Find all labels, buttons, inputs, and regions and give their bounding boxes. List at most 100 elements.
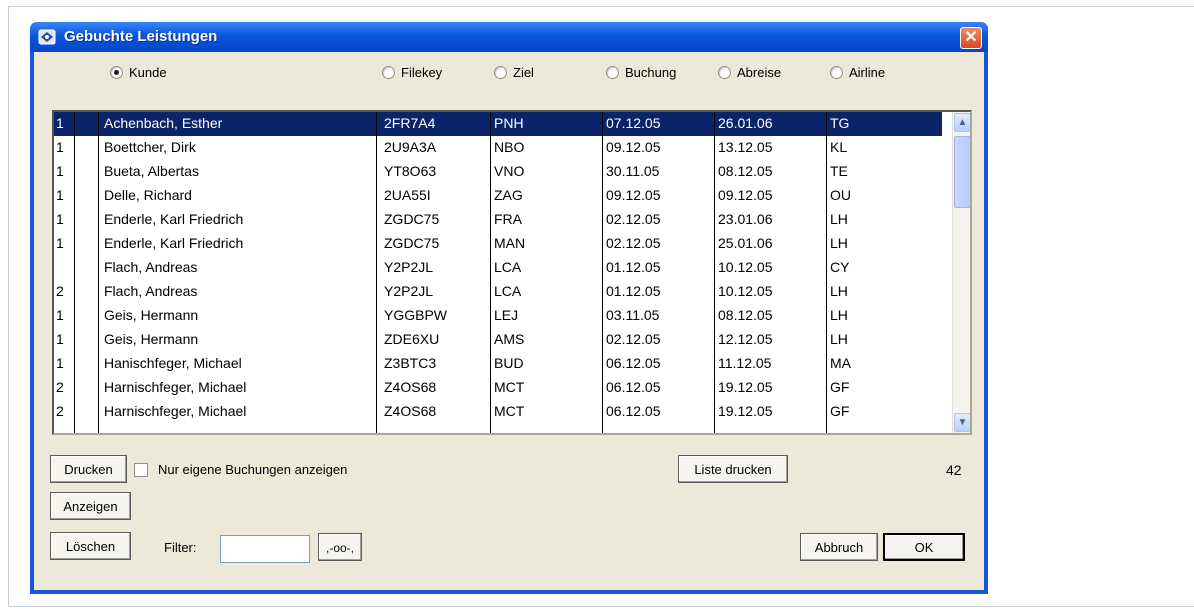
drucken-button[interactable]: Drucken (50, 455, 127, 483)
radio-indicator (382, 66, 395, 79)
radio-label: Ziel (513, 65, 534, 80)
cell-count: 1 (56, 187, 64, 203)
chevron-up-icon: ▲ (957, 117, 968, 128)
cell-abreise: 13.12.05 (718, 139, 773, 155)
button-label: Löschen (65, 539, 116, 554)
cell-filekey: Y2P2JL (384, 283, 434, 299)
cell-filekey: Z3BTC3 (384, 355, 437, 371)
cell-count: 1 (56, 235, 64, 251)
cell-abreise: 26.01.06 (718, 115, 773, 131)
nur-eigene-checkbox[interactable] (134, 463, 148, 477)
cell-name: Flach, Andreas (104, 283, 198, 299)
radio-indicator (830, 66, 843, 79)
close-icon: ✕ (964, 29, 978, 46)
title-bar[interactable]: Gebuchte Leistungen ✕ (30, 22, 988, 52)
button-label: Anzeigen (63, 499, 118, 514)
scroll-up-button[interactable]: ▲ (954, 113, 970, 132)
cell-buchung: 30.11.05 (606, 163, 660, 179)
cell-airline: LH (830, 235, 848, 251)
table-row[interactable]: 1 Achenbach, Esther 2FR7A4 PNH 07.12.05 26.01… (54, 112, 942, 136)
anzeigen-button[interactable]: Anzeigen (50, 492, 131, 520)
cell-ziel: AMS (494, 331, 525, 347)
radio-label: Buchung (625, 65, 677, 80)
cell-count: 1 (56, 115, 64, 131)
cell-filekey: ZGDC75 (384, 211, 440, 227)
bookings-list[interactable]: 2 Harnischfeger, Michael Z4OS68 MCT 06.12.05… (52, 110, 972, 435)
sort-radio-buchung[interactable]: Buchung (606, 65, 676, 80)
cell-ziel: BUD (494, 355, 524, 371)
abbruch-button[interactable]: Abbruch (800, 533, 878, 561)
table-row[interactable]: 1 Delle, Richard 2UA55I ZAG 09.12.05 09.12.05… (54, 184, 942, 208)
cell-ziel: VNO (494, 163, 525, 179)
table-row[interactable]: 2 Harnischfeger, Michael Z4OS68 MCT 06.12.05… (54, 400, 942, 424)
cell-airline: KL (830, 139, 848, 155)
table-row[interactable]: 1 Geis, Hermann ZDE6XU AMS 02.12.05 12.12.05 L… (54, 328, 942, 352)
cell-filekey: ZDE6XU (384, 331, 440, 347)
button-label: OK (914, 540, 934, 555)
cell-name: Achenbach, Esther (104, 115, 223, 131)
cell-name: Harnischfeger, Michael (104, 379, 247, 395)
loeschen-button[interactable]: Löschen (50, 532, 131, 560)
filter-pattern-button[interactable]: ,-oo-, (318, 533, 362, 561)
cell-buchung: 03.11.05 (606, 307, 660, 323)
cell-name: Hanischfeger, Michael (104, 355, 242, 371)
cell-count: 1 (56, 331, 64, 347)
close-button[interactable]: ✕ (960, 27, 982, 49)
cell-buchung: 06.12.05 (606, 403, 661, 419)
filter-input[interactable] (220, 535, 310, 563)
radio-label: Abreise (737, 65, 782, 80)
sort-radio-ziel[interactable]: Ziel (494, 65, 534, 80)
cell-abreise: 25.01.06 (718, 235, 773, 251)
cell-filekey: Z4OS68 (384, 379, 437, 395)
button-label: Liste drucken (694, 462, 772, 477)
radio-indicator (494, 66, 507, 79)
cell-abreise: 10.12.05 (718, 283, 773, 299)
table-row[interactable]: 1 Enderle, Karl Friedrich ZGDC75 FRA 02.12.0… (54, 208, 942, 232)
column-divider (98, 112, 99, 433)
dialog-client: Kunde Filekey Ziel Buchung Abreise Airli… (34, 52, 984, 590)
cell-buchung: 06.12.05 (606, 379, 661, 395)
ok-button[interactable]: OK (883, 533, 965, 561)
cell-airline: LH (830, 283, 848, 299)
cell-airline: LH (830, 307, 848, 323)
table-row[interactable]: 1 Geis, Hermann YGGBPW LEJ 03.11.05 08.12.05 L… (54, 304, 942, 328)
sort-radio-kunde[interactable]: Kunde (110, 65, 167, 80)
cell-name: Harnischfeger, Michael (104, 403, 247, 419)
sort-radio-abreise[interactable]: Abreise (718, 65, 781, 80)
app-icon (38, 29, 56, 45)
cell-ziel: LEJ (494, 307, 519, 323)
liste-drucken-button[interactable]: Liste drucken (678, 455, 788, 483)
button-label: Drucken (64, 462, 113, 477)
cell-filekey: YT8O63 (384, 163, 437, 179)
cell-abreise: 10.12.05 (718, 259, 773, 275)
button-label: ,-oo-, (325, 541, 354, 555)
sort-radio-filekey[interactable]: Filekey (382, 65, 442, 80)
table-row[interactable]: 1 Enderle, Karl Friedrich ZGDC75 MAN 02.12.0… (54, 232, 942, 256)
cell-airline: GF (830, 379, 850, 395)
cell-name: Flach, Andreas (104, 259, 198, 275)
table-row[interactable]: 1 Bueta, Albertas YT8O63 VNO 30.11.05 08.12.0… (54, 160, 942, 184)
cell-count: 1 (56, 163, 64, 179)
cell-abreise: 11.12.05 (718, 355, 772, 371)
cell-buchung: 01.12.05 (606, 259, 661, 275)
sort-radio-airline[interactable]: Airline (830, 65, 885, 80)
cell-count: 1 (56, 139, 64, 155)
cell-filekey: YGGBPW (384, 307, 448, 323)
table-row[interactable]: 2 Harnischfeger, Michael Z4OS68 MCT 06.12.05… (54, 376, 942, 400)
table-row[interactable]: 2 Flach, Andreas Y2P2JL LCA 01.12.05 10.12.05… (54, 280, 942, 304)
cell-ziel: FRA (494, 211, 522, 227)
table-row[interactable]: 1 Hanischfeger, Michael Z3BTC3 BUD 06.12.05 1… (54, 352, 942, 376)
cell-name: Enderle, Karl Friedrich (104, 235, 244, 251)
table-row[interactable]: 1 Boettcher, Dirk 2U9A3A NBO 09.12.05 13.12.0… (54, 136, 942, 160)
scroll-thumb[interactable] (954, 136, 970, 208)
window-title: Gebuchte Leistungen (64, 28, 218, 45)
cell-buchung: 02.12.05 (606, 331, 661, 347)
cell-count: 2 (56, 379, 64, 395)
cell-ziel: LCA (494, 259, 522, 275)
cell-ziel: LCA (494, 283, 522, 299)
list-scrollbar[interactable]: ▲ ▼ (952, 112, 970, 433)
cell-ziel: ZAG (494, 187, 523, 203)
scroll-down-button[interactable]: ▼ (954, 413, 970, 432)
table-row[interactable]: Flach, Andreas Y2P2JL LCA 01.12.05 10.12.05 C… (54, 256, 942, 280)
radio-indicator (718, 66, 731, 79)
